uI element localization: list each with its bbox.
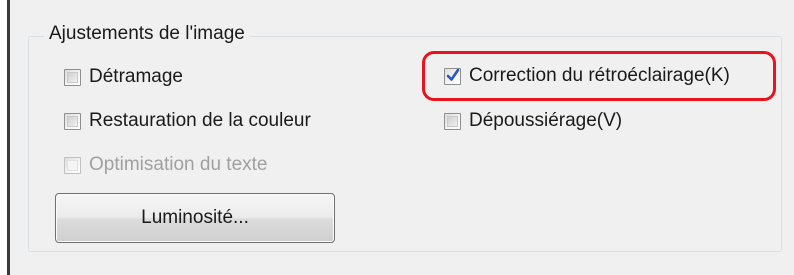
text-enhancement-option: Optimisation du texte: [64, 150, 267, 180]
annotation-highlight: [422, 51, 776, 101]
descreening-checkbox[interactable]: [64, 68, 81, 86]
dust-removal-option[interactable]: Dépoussiérage(V): [444, 106, 622, 136]
color-restoration-option[interactable]: Restauration de la couleur: [64, 106, 311, 136]
text-enhancement-label: Optimisation du texte: [89, 154, 268, 175]
group-title: Ajustements de l'image: [44, 21, 250, 47]
descreening-option[interactable]: Détramage: [64, 62, 183, 92]
descreening-label: Détramage: [89, 66, 183, 87]
color-restoration-checkbox[interactable]: [64, 112, 81, 130]
color-restoration-label: Restauration de la couleur: [89, 110, 311, 131]
dust-removal-label: Dépoussiérage(V): [469, 110, 623, 131]
text-enhancement-checkbox: [64, 156, 81, 174]
brightness-button[interactable]: Luminosité...: [55, 193, 335, 243]
dust-removal-checkbox[interactable]: [444, 112, 461, 130]
